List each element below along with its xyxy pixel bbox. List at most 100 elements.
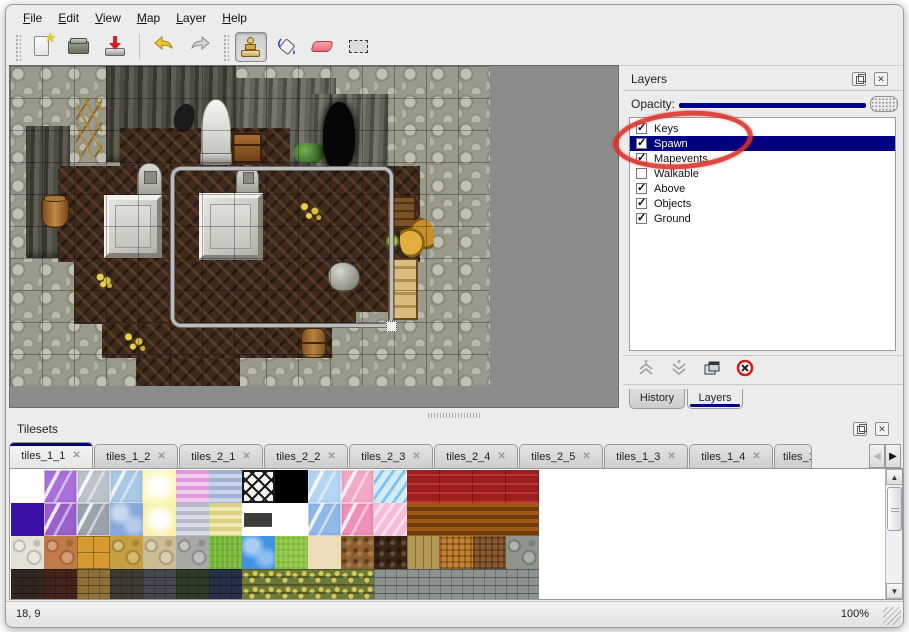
palette-tile[interactable] xyxy=(440,536,473,569)
palette-tile[interactable] xyxy=(11,470,44,503)
palette-tile[interactable] xyxy=(44,569,77,600)
scroll-up-icon[interactable]: ▲ xyxy=(886,469,903,485)
tab-close-icon[interactable]: ✕ xyxy=(412,451,420,462)
menu-map[interactable]: Map xyxy=(130,9,167,27)
tileset-tab-tiles_1_2[interactable]: tiles_1_2✕ xyxy=(94,444,178,468)
float-panel-icon[interactable] xyxy=(852,72,866,86)
delete-button[interactable] xyxy=(734,359,756,381)
menu-layer[interactable]: Layer xyxy=(169,9,213,27)
palette-tile[interactable] xyxy=(110,536,143,569)
palette-tile[interactable] xyxy=(110,470,143,503)
palette-tile[interactable] xyxy=(110,503,143,536)
dock-tab-history[interactable]: History xyxy=(629,389,685,409)
map-selection-rect[interactable] xyxy=(171,167,393,327)
tab-close-icon[interactable]: ✕ xyxy=(667,451,675,462)
palette-tile[interactable] xyxy=(110,569,143,600)
close-panel-icon[interactable]: ✕ xyxy=(875,422,889,436)
tileset-tab-tiles_2_4[interactable]: tiles_2_4✕ xyxy=(434,444,518,468)
palette-tile[interactable] xyxy=(275,503,308,536)
selection-resize-handle[interactable] xyxy=(386,321,397,332)
scrollbar-thumb[interactable] xyxy=(887,487,902,531)
tileset-view[interactable]: ▲ ▼ xyxy=(9,468,903,600)
palette-tile[interactable] xyxy=(407,536,440,569)
palette-tile[interactable] xyxy=(440,503,473,536)
palette-tile[interactable] xyxy=(506,503,539,536)
move-up-button[interactable] xyxy=(635,359,657,381)
palette-tile[interactable] xyxy=(407,569,440,600)
tab-close-icon[interactable]: ✕ xyxy=(582,451,590,462)
menu-help[interactable]: Help xyxy=(215,9,254,27)
palette-tile[interactable] xyxy=(143,569,176,600)
palette-tile[interactable] xyxy=(440,470,473,503)
palette-tile[interactable] xyxy=(143,470,176,503)
palette-tile[interactable] xyxy=(308,503,341,536)
palette-tile[interactable] xyxy=(77,569,110,600)
layer-row-above[interactable]: ✓Above xyxy=(630,181,895,196)
layer-row-walkable[interactable]: Walkable xyxy=(630,166,895,181)
palette-tile[interactable] xyxy=(308,569,341,600)
palette-tile[interactable] xyxy=(143,503,176,536)
tab-close-icon[interactable]: ✕ xyxy=(157,451,165,462)
open-folder-button[interactable] xyxy=(63,32,95,62)
palette-tile[interactable] xyxy=(308,536,341,569)
palette-tile[interactable] xyxy=(473,503,506,536)
palette-tile[interactable] xyxy=(209,536,242,569)
palette-tile[interactable] xyxy=(11,569,44,600)
palette-tile[interactable] xyxy=(473,536,506,569)
layer-row-spawn[interactable]: ✓Spawn xyxy=(630,136,895,151)
new-file-button[interactable]: ★ xyxy=(27,32,59,62)
layer-visibility-checkbox[interactable]: ✓ xyxy=(636,138,647,149)
palette-tile[interactable] xyxy=(209,569,242,600)
tileset-tab-tiles_1_1[interactable]: tiles_1_1✕ xyxy=(9,442,93,468)
palette-tile[interactable] xyxy=(77,470,110,503)
splitter-grip-icon[interactable] xyxy=(428,413,480,418)
dock-tab-layers[interactable]: Layers xyxy=(687,389,743,409)
toolbar-drag-handle-icon[interactable] xyxy=(14,33,21,61)
palette-tile[interactable] xyxy=(341,470,374,503)
toolbar-drag-handle-icon[interactable] xyxy=(222,33,229,61)
tab-close-icon[interactable]: ✕ xyxy=(242,451,250,462)
palette-tile[interactable] xyxy=(341,503,374,536)
fill-button[interactable] xyxy=(271,32,303,62)
menu-edit[interactable]: Edit xyxy=(51,9,86,27)
stamp-button[interactable] xyxy=(235,32,267,62)
palette-tile[interactable] xyxy=(242,503,275,536)
undo-button[interactable] xyxy=(148,32,180,62)
tab-close-icon[interactable]: ✕ xyxy=(327,451,335,462)
palette-tile[interactable] xyxy=(11,503,44,536)
tileset-tab-tiles_1_4[interactable]: tiles_1_4✕ xyxy=(689,444,773,468)
palette-tile[interactable] xyxy=(77,536,110,569)
opacity-slider-handle[interactable] xyxy=(870,96,898,112)
palette-tile[interactable] xyxy=(275,470,308,503)
save-button[interactable] xyxy=(99,32,131,62)
palette-tile[interactable] xyxy=(440,569,473,600)
opacity-slider-track[interactable] xyxy=(679,103,866,108)
palette-tile[interactable] xyxy=(275,536,308,569)
palette-tile[interactable] xyxy=(44,503,77,536)
redo-button[interactable] xyxy=(184,32,216,62)
layer-visibility-checkbox[interactable]: ✓ xyxy=(636,213,647,224)
menu-file[interactable]: File xyxy=(16,9,49,27)
layer-visibility-checkbox[interactable]: ✓ xyxy=(636,153,647,164)
map-content[interactable] xyxy=(10,66,490,386)
menu-view[interactable]: View xyxy=(88,9,128,27)
layer-visibility-checkbox[interactable]: ✓ xyxy=(636,183,647,194)
palette-tile[interactable] xyxy=(242,470,275,503)
tile-palette[interactable] xyxy=(11,470,540,600)
palette-tile[interactable] xyxy=(209,470,242,503)
layer-visibility-checkbox[interactable]: ✓ xyxy=(636,123,647,134)
layer-row-mapevents[interactable]: ✓Mapevents xyxy=(630,151,895,166)
palette-tile[interactable] xyxy=(506,536,539,569)
palette-tile[interactable] xyxy=(242,569,275,600)
move-down-button[interactable] xyxy=(668,359,690,381)
tileset-tab-tiles_2_5[interactable]: tiles_2_5✕ xyxy=(519,444,603,468)
palette-tile[interactable] xyxy=(176,503,209,536)
scroll-tabs-left-button[interactable]: ◀ xyxy=(869,444,885,468)
tileset-tab-tiles_2_2[interactable]: tiles_2_2✕ xyxy=(264,444,348,468)
map-canvas[interactable] xyxy=(9,65,619,408)
palette-tile[interactable] xyxy=(176,536,209,569)
palette-tile[interactable] xyxy=(374,536,407,569)
select-rect-button[interactable] xyxy=(343,32,375,62)
palette-tile[interactable] xyxy=(374,503,407,536)
palette-tile[interactable] xyxy=(341,569,374,600)
